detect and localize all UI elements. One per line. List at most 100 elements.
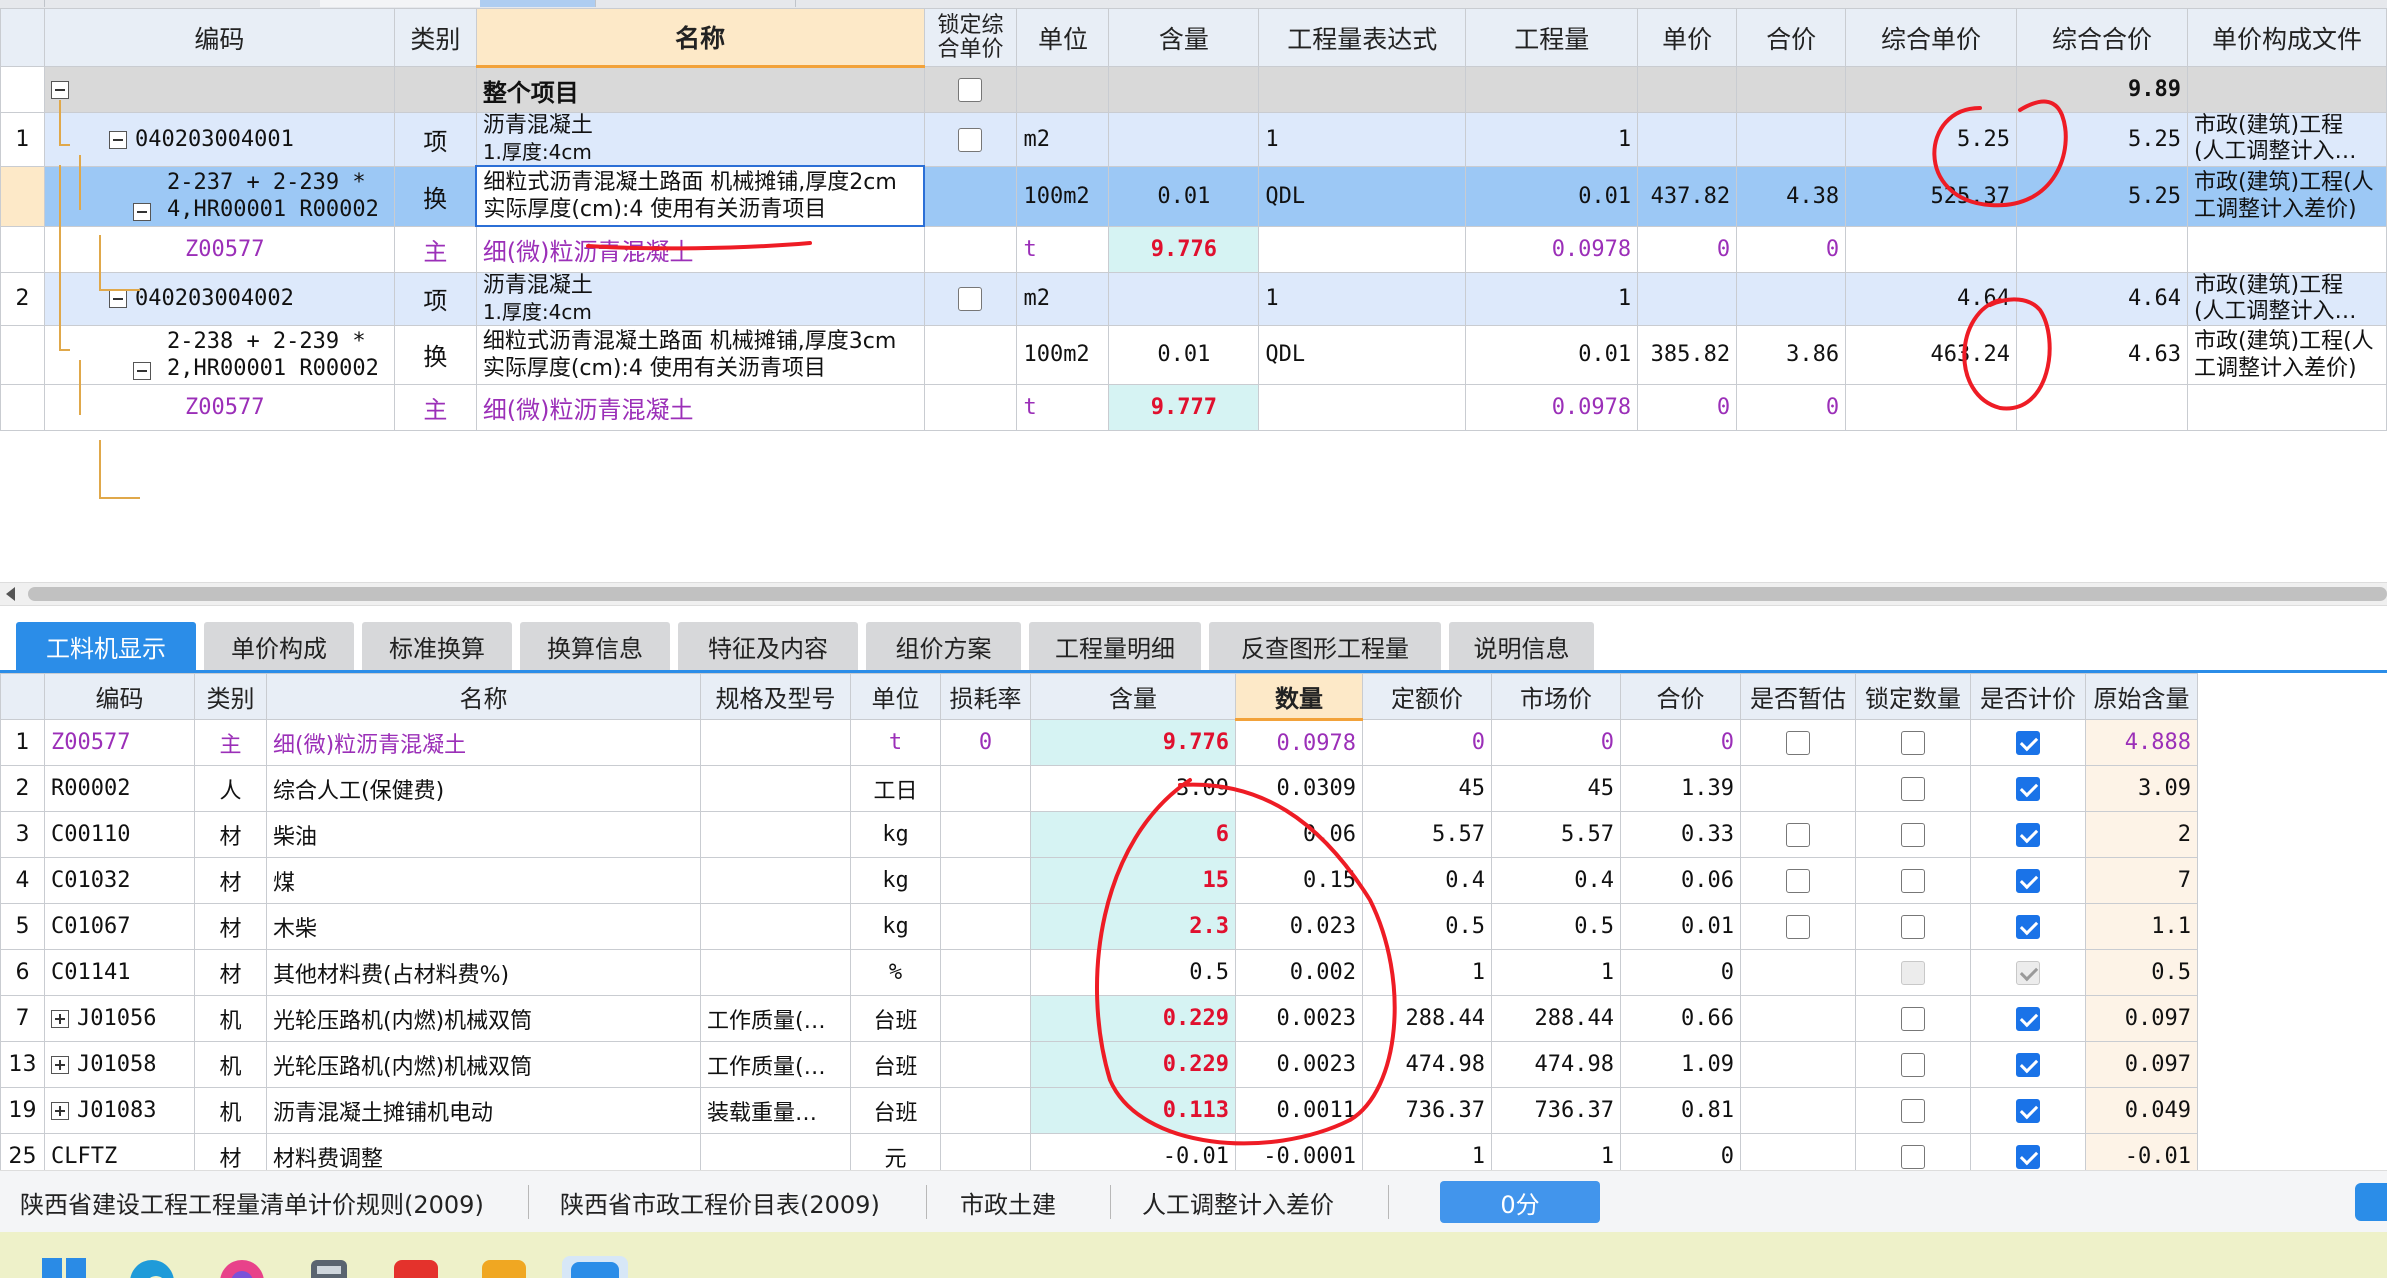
rcol-orig[interactable]: 原始含量 [2085, 673, 2198, 720]
table-row[interactable]: Z00577 主 细(微)粒沥青混凝土 t 9.776 0.0978 0 0 [0, 225, 2387, 273]
tab-conversion-info[interactable]: 换算信息 [520, 622, 670, 670]
lock-checkbox[interactable] [958, 287, 983, 311]
tree-lines [59, 100, 140, 499]
browser-icon[interactable] [218, 1256, 266, 1278]
lock-qty-checkbox[interactable] [1901, 1145, 1925, 1169]
lock-qty-checkbox[interactable] [1901, 1099, 1925, 1123]
col-total[interactable]: 合价 [1736, 8, 1847, 67]
lock-qty-checkbox[interactable] [1901, 823, 1925, 847]
rcol-code[interactable]: 编码 [44, 673, 195, 720]
table-row[interactable]: 19 J01083 机 沥青混凝土摊铺机电动 装载重量… 台班 0.113 0.… [0, 1087, 2198, 1134]
lock-qty-checkbox[interactable] [1901, 869, 1925, 893]
col-type[interactable]: 类别 [393, 8, 477, 67]
priced-checkbox[interactable] [2016, 823, 2040, 847]
tab-quantity-detail[interactable]: 工程量明细 [1029, 622, 1201, 670]
priced-checkbox[interactable] [2016, 915, 2040, 939]
col-lock[interactable]: 锁定综合单价 [923, 8, 1018, 67]
rcol-type[interactable]: 类别 [194, 673, 267, 720]
priced-checkbox[interactable] [2016, 777, 2040, 801]
project-row[interactable]: 整个项目 9.89 [0, 66, 2387, 113]
table-row[interactable]: 6 C01141 材 其他材料费(占材料费%) % 0.5 0.002 1 1 … [0, 949, 2198, 996]
col-content[interactable]: 含量 [1108, 8, 1260, 67]
rcol-qty[interactable]: 数量 [1235, 673, 1363, 721]
edge-browser-icon[interactable] [128, 1256, 176, 1278]
table-row[interactable]: 13 J01058 机 光轮压路机(内燃)机械双筒 工作质量(… 台班 0.22… [0, 1041, 2198, 1088]
rcol-name[interactable]: 名称 [266, 673, 701, 720]
tab-features[interactable]: 特征及内容 [678, 622, 858, 670]
rcol-quota[interactable]: 定额价 [1362, 673, 1492, 720]
table-row[interactable]: 7 J01056 机 光轮压路机(内燃)机械双筒 工作质量(… 台班 0.229… [0, 995, 2198, 1042]
priced-checkbox[interactable] [2016, 869, 2040, 893]
lock-qty-checkbox[interactable] [1901, 1007, 1925, 1031]
expand-icon[interactable] [51, 1010, 69, 1028]
item-grid: 编码 类别 名称 锁定综合单价 单位 含量 工程量表达式 工程量 单价 合价 综… [0, 8, 2387, 431]
rcol-lock-qty[interactable]: 锁定数量 [1855, 673, 1971, 720]
tab-price-composition[interactable]: 单价构成 [204, 622, 354, 670]
table-row[interactable]: Z00577 主 细(微)粒沥青混凝土 t 9.777 0.0978 0 0 [0, 383, 2387, 431]
priced-checkbox[interactable] [2016, 1007, 2040, 1031]
table-row[interactable]: 2 040203004002 项 沥青混凝土 1.厚度:4cm m2 1 1 4.… [0, 271, 2387, 326]
rcol-content[interactable]: 含量 [1030, 673, 1236, 720]
table-row[interactable]: 3 C00110 材 柴油 kg 6 0.06 5.57 5.57 0.33 2 [0, 811, 2198, 858]
table-row[interactable]: 5 C01067 材 木柴 kg 2.3 0.023 0.5 0.5 0.01 … [0, 903, 2198, 950]
expand-icon[interactable] [51, 1102, 69, 1120]
tab-pricing-plan[interactable]: 组价方案 [866, 622, 1021, 670]
lock-checkbox[interactable] [958, 127, 983, 152]
provisional-checkbox[interactable] [1786, 731, 1810, 755]
provisional-checkbox[interactable] [1786, 869, 1810, 893]
table-row[interactable]: 1 Z00577 主 细(微)粒沥青混凝土 t 0 9.776 0.0978 0… [0, 719, 2198, 766]
app-icon-orange[interactable] [480, 1256, 528, 1278]
status-discipline[interactable]: 市政土建 [960, 1171, 1056, 1233]
priced-checkbox[interactable] [2016, 1145, 2040, 1169]
expand-icon[interactable] [51, 1056, 69, 1074]
table-row[interactable]: 4 C01032 材 煤 kg 15 0.15 0.4 0.4 0.06 7 [0, 857, 2198, 904]
col-file[interactable]: 单价构成文件 [2186, 8, 2387, 67]
wps-icon[interactable] [392, 1256, 440, 1278]
rcol-provisional[interactable]: 是否暂估 [1740, 673, 1856, 720]
col-price[interactable]: 单价 [1637, 8, 1738, 67]
col-comp-total[interactable]: 综合合价 [2016, 8, 2188, 67]
lock-qty-checkbox[interactable] [1901, 1053, 1925, 1077]
table-row[interactable]: 2-238 + 2-239 * 2,HR00001 R00002 换 细粒式沥青… [0, 324, 2387, 385]
lock-qty-checkbox[interactable] [1901, 915, 1925, 939]
horizontal-scrollbar[interactable] [0, 582, 2387, 606]
table-row[interactable]: 2 R00002 人 综合人工(保健费) 工日 3.09 0.0309 45 4… [0, 765, 2198, 812]
priced-checkbox[interactable] [2016, 731, 2040, 755]
quota-name-cell[interactable]: 细粒式沥青混凝土路面 机械摊铺,厚度2cm 实际厚度(cm):4 使用有关沥青项… [475, 165, 926, 227]
col-name[interactable]: 名称 [475, 8, 925, 68]
provisional-checkbox[interactable] [1786, 915, 1810, 939]
col-qty[interactable]: 工程量 [1465, 8, 1639, 67]
priced-checkbox[interactable] [2016, 1099, 2040, 1123]
lock-qty-checkbox[interactable] [1901, 731, 1925, 755]
priced-checkbox[interactable] [2016, 1053, 2040, 1077]
rcol-loss[interactable]: 损耗率 [940, 673, 1031, 720]
detail-tabs: 工料机显示 单价构成 标准换算 换算信息 特征及内容 组价方案 工程量明细 反查… [0, 618, 2387, 670]
windows-start-icon[interactable] [40, 1256, 88, 1278]
pricing-app-icon[interactable] [562, 1256, 628, 1278]
rcol-unit[interactable]: 单位 [850, 673, 941, 720]
status-rule[interactable]: 陕西省建设工程工程量清单计价规则(2009) [20, 1171, 484, 1233]
table-row-selected[interactable]: 2-237 + 2-239 * 4,HR00001 R00002 换 细粒式沥青… [0, 165, 2387, 227]
rcol-total[interactable]: 合价 [1620, 673, 1741, 720]
tab-description[interactable]: 说明信息 [1449, 622, 1594, 670]
score-button[interactable]: 0分 [1440, 1181, 1600, 1223]
status-labor-adjust[interactable]: 人工调整计入差价 [1142, 1171, 1334, 1233]
tab-resource-display[interactable]: 工料机显示 [16, 622, 196, 670]
scroll-thumb[interactable] [28, 587, 2387, 601]
col-comp-price[interactable]: 综合单价 [1845, 8, 2018, 67]
calculator-icon[interactable] [305, 1256, 353, 1278]
tab-standard-conversion[interactable]: 标准换算 [362, 622, 512, 670]
lock-qty-checkbox[interactable] [1901, 777, 1925, 801]
rcol-priced[interactable]: 是否计价 [1970, 673, 2086, 720]
status-price-table[interactable]: 陕西省市政工程价目表(2009) [560, 1171, 880, 1233]
provisional-checkbox[interactable] [1786, 823, 1810, 847]
rcol-market[interactable]: 市场价 [1491, 673, 1621, 720]
table-row[interactable]: 1 040203004001 项 沥青混凝土 1.厚度:4cm m2 1 1 5.… [0, 112, 2387, 167]
col-unit[interactable]: 单位 [1016, 8, 1110, 67]
panel-icon[interactable] [2355, 1183, 2387, 1221]
scroll-left-icon[interactable] [6, 587, 15, 601]
col-expr[interactable]: 工程量表达式 [1258, 8, 1467, 67]
rcol-spec[interactable]: 规格及型号 [700, 673, 851, 720]
lock-checkbox[interactable] [958, 78, 983, 102]
tab-graphic-quantity[interactable]: 反查图形工程量 [1209, 622, 1441, 670]
